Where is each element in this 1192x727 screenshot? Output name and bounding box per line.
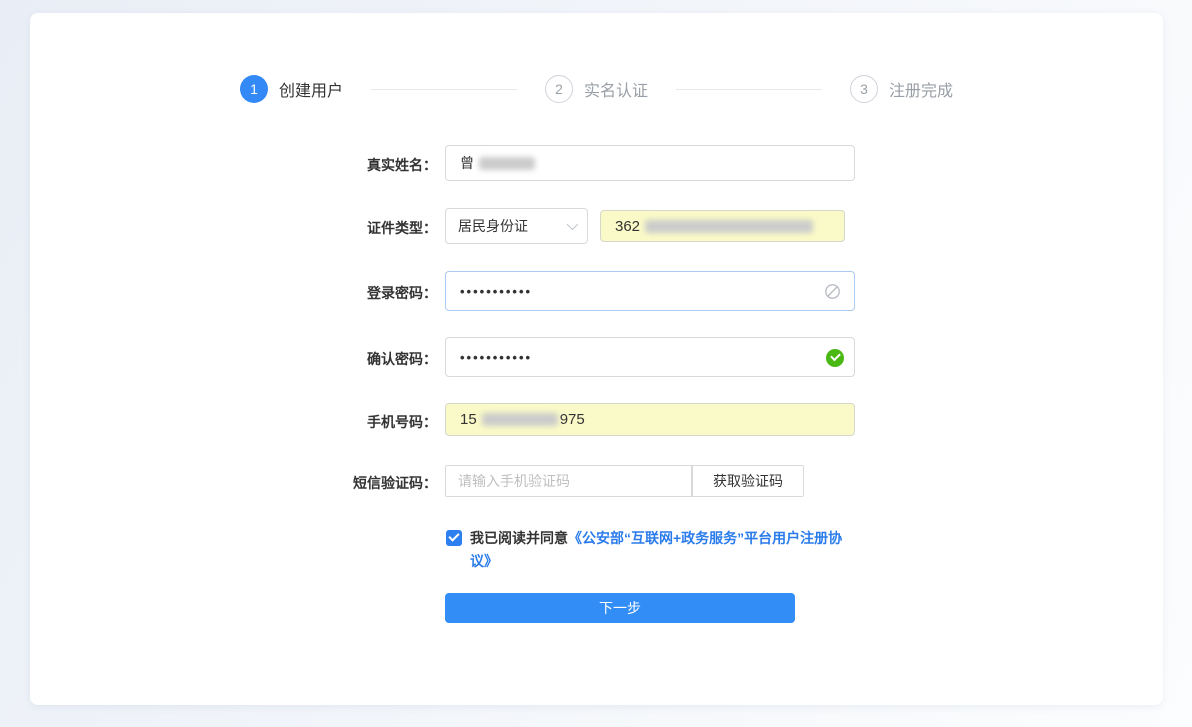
agreement-row: 我已阅读并同意《公安部“互联网+政务服务”平台用户注册协议》: [446, 527, 858, 573]
sms-code-input[interactable]: [445, 465, 692, 497]
phone-redaction: [482, 413, 558, 426]
real-name-label: 真实姓名：: [367, 155, 437, 175]
id-number-input[interactable]: 362: [600, 210, 845, 242]
step-real-name-auth: 2 实名认证: [545, 75, 648, 103]
step-2-circle: 2: [545, 75, 573, 103]
next-step-button[interactable]: 下一步: [445, 593, 795, 623]
login-password-input[interactable]: •••••••••••: [445, 271, 855, 311]
step-3-circle: 3: [850, 75, 878, 103]
step-connector: [676, 89, 822, 90]
confirm-password-input[interactable]: •••••••••••: [445, 337, 855, 377]
id-type-select[interactable]: 居民身份证: [445, 208, 588, 244]
id-number-value: 362: [615, 218, 640, 235]
step-2-label: 实名认证: [584, 77, 648, 101]
agreement-prefix: 我已阅读并同意: [470, 530, 568, 546]
confirm-password-masked-value: •••••••••••: [460, 350, 532, 365]
phone-input[interactable]: 15 975: [445, 403, 855, 436]
step-1-circle: 1: [240, 75, 268, 103]
step-connector: [371, 89, 517, 90]
id-type-selected-value: 居民身份证: [458, 216, 528, 236]
confirm-password-label: 确认密码：: [367, 349, 437, 369]
registration-stepper: 1 创建用户 2 实名认证 3 注册完成: [30, 74, 1163, 104]
real-name-input[interactable]: 曾: [445, 145, 855, 181]
sms-code-label: 短信验证码：: [353, 473, 437, 493]
phone-prefix: 15: [460, 411, 477, 428]
agreement-text: 我已阅读并同意《公安部“互联网+政务服务”平台用户注册协议》: [470, 527, 850, 573]
login-password-label: 登录密码：: [367, 283, 437, 303]
get-code-button[interactable]: 获取验证码: [692, 465, 804, 497]
check-circle-icon: [826, 349, 844, 367]
phone-suffix: 975: [560, 411, 585, 428]
eye-off-icon[interactable]: [823, 282, 842, 301]
phone-label: 手机号码：: [367, 412, 437, 432]
registration-card: 1 创建用户 2 实名认证 3 注册完成 真实姓名： 曾 证件类型： 居民身份证…: [30, 13, 1163, 705]
step-register-done: 3 注册完成: [850, 75, 953, 103]
id-number-redaction: [645, 220, 813, 233]
login-password-masked-value: •••••••••••: [460, 284, 532, 299]
step-3-label: 注册完成: [889, 77, 953, 101]
id-type-label: 证件类型：: [367, 218, 437, 238]
real-name-value: 曾: [460, 153, 474, 173]
step-1-label: 创建用户: [279, 77, 343, 101]
agreement-checkbox[interactable]: [446, 530, 462, 546]
step-create-user: 1 创建用户: [240, 75, 343, 103]
real-name-redaction: [479, 157, 535, 170]
chevron-down-icon: [567, 219, 578, 230]
